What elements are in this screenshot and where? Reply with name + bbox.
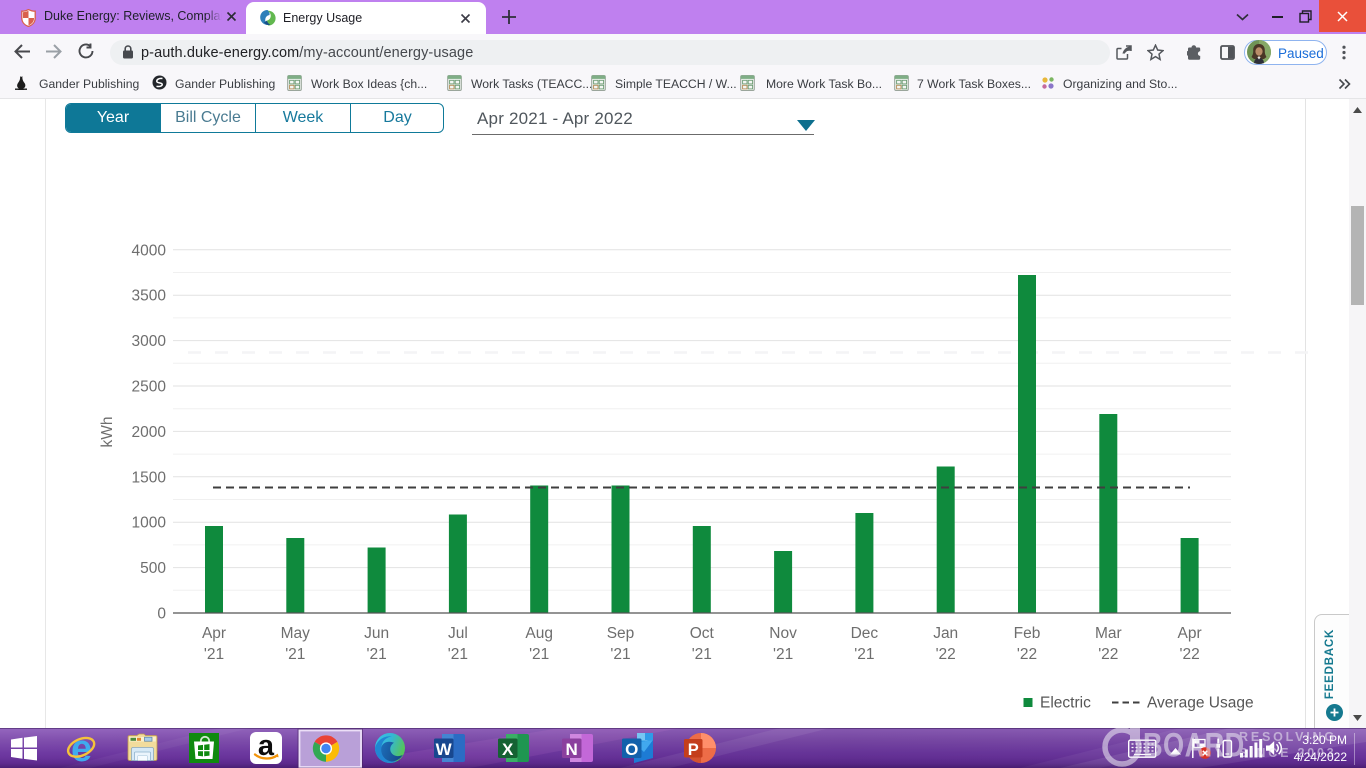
svg-text:4000: 4000: [132, 242, 167, 259]
svg-text:Aug: Aug: [525, 625, 553, 642]
svg-text:1500: 1500: [132, 469, 167, 486]
svg-text:'22: '22: [936, 646, 956, 663]
svg-text:'21: '21: [773, 646, 793, 663]
svg-text:N: N: [566, 740, 578, 759]
svg-text:Feb: Feb: [1014, 625, 1041, 642]
svg-text:'21: '21: [366, 646, 386, 663]
svg-text:Apr: Apr: [202, 625, 226, 642]
svg-text:Average Usage: Average Usage: [1147, 695, 1254, 712]
svg-text:kWh: kWh: [99, 417, 116, 448]
svg-text:'21: '21: [448, 646, 468, 663]
svg-text:'21: '21: [692, 646, 712, 663]
svg-text:May: May: [281, 625, 311, 642]
svg-text:Dec: Dec: [851, 625, 879, 642]
svg-text:Nov: Nov: [769, 625, 797, 642]
svg-text:0: 0: [157, 606, 166, 623]
svg-text:3000: 3000: [132, 333, 167, 350]
svg-text:Mar: Mar: [1095, 625, 1122, 642]
svg-text:'21: '21: [529, 646, 549, 663]
svg-text:1000: 1000: [132, 515, 167, 532]
svg-text:500: 500: [140, 560, 166, 577]
svg-text:Jun: Jun: [364, 625, 389, 642]
svg-text:'21: '21: [285, 646, 305, 663]
svg-text:'21: '21: [204, 646, 224, 663]
svg-text:P: P: [688, 741, 699, 759]
svg-text:3500: 3500: [132, 288, 167, 305]
svg-text:O: O: [625, 740, 638, 759]
svg-text:e: e: [71, 728, 92, 768]
svg-text:'22: '22: [1017, 646, 1037, 663]
svg-text:2000: 2000: [132, 424, 167, 441]
svg-text:2500: 2500: [132, 379, 167, 396]
svg-text:Electric: Electric: [1040, 695, 1091, 712]
svg-text:X: X: [502, 740, 514, 759]
svg-text:Jan: Jan: [933, 625, 958, 642]
svg-text:BOARD: BOARD: [1143, 728, 1245, 764]
svg-text:'22: '22: [1179, 646, 1199, 663]
svg-text:Sep: Sep: [607, 625, 635, 642]
svg-text:Apr: Apr: [1178, 625, 1202, 642]
svg-text:Oct: Oct: [690, 625, 715, 642]
svg-text:W: W: [436, 740, 453, 759]
svg-text:'21: '21: [610, 646, 630, 663]
svg-text:'21: '21: [854, 646, 874, 663]
svg-text:Jul: Jul: [448, 625, 468, 642]
svg-text:'22: '22: [1098, 646, 1118, 663]
